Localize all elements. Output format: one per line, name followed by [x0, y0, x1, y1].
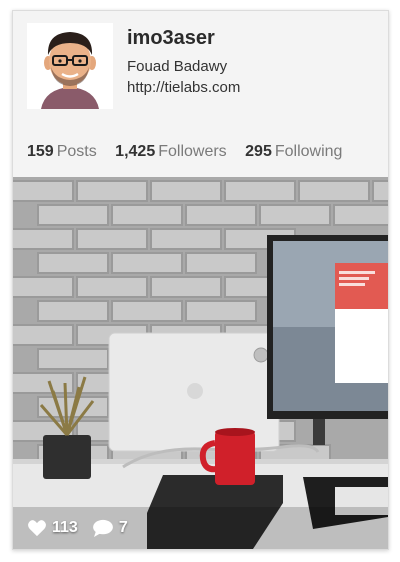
followers-label: Followers	[158, 143, 227, 160]
website-link[interactable]: http://tielabs.com	[127, 79, 240, 96]
profile-stats: 159 Posts 1,425 Followers 295 Following	[27, 143, 356, 161]
avatar[interactable]	[27, 23, 113, 109]
followers-count: 1,425	[115, 143, 156, 160]
post-photo[interactable]	[13, 177, 388, 549]
instagram-profile-card: imo3aser Fouad Badawy http://tielabs.com…	[12, 10, 389, 550]
posts-label: Posts	[56, 143, 97, 160]
posts-stat[interactable]: 159 Posts	[27, 143, 97, 161]
followers-stat[interactable]: 1,425 Followers	[115, 143, 227, 161]
likes-count: 113	[52, 519, 78, 536]
likes-button[interactable]: 113	[27, 519, 78, 537]
comments-button[interactable]: 7	[92, 519, 128, 537]
following-label: Following	[274, 143, 343, 160]
following-stat[interactable]: 295 Following	[245, 143, 342, 161]
following-count: 295	[245, 143, 272, 160]
comments-count: 7	[118, 519, 128, 536]
cartoon-avatar-icon	[27, 23, 113, 109]
comment-icon	[92, 519, 113, 537]
username[interactable]: imo3aser	[127, 27, 215, 50]
posts-count: 159	[27, 143, 54, 160]
full-name: Fouad Badawy	[127, 58, 228, 75]
post-footer: 113 7	[27, 519, 142, 537]
heart-icon	[28, 520, 46, 537]
